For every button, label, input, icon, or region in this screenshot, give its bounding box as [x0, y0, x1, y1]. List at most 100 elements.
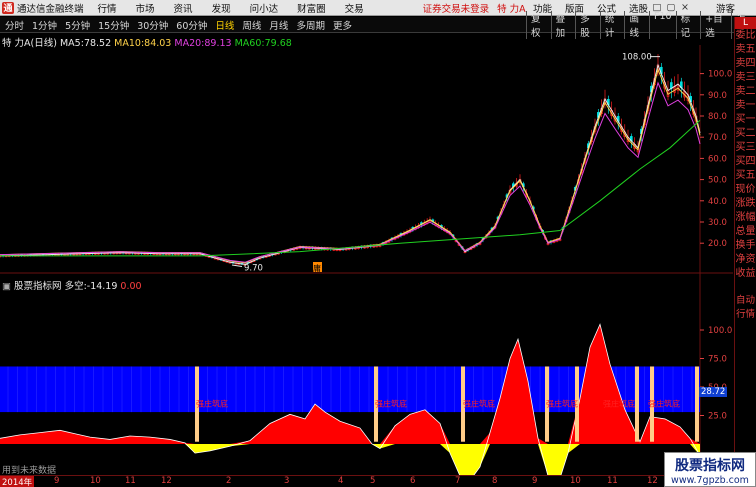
sidebar-item-14[interactable]: 总量: [735, 225, 756, 239]
month-tick-14: 12: [647, 476, 658, 486]
high-price-label: 108.00: [622, 53, 652, 63]
watermark-title: 股票指标网: [675, 458, 745, 474]
indicator-tick-label: 75.0: [708, 355, 727, 365]
month-tick-12: 10: [570, 476, 581, 486]
sidebar-item-17[interactable]: 收益: [735, 267, 756, 281]
sidebar-item-12[interactable]: 涨跌: [735, 197, 756, 211]
current-stock: 特 力A: [497, 3, 526, 15]
sidebar-item-9[interactable]: 买四: [735, 155, 756, 169]
menu-market-quotes[interactable]: 行情: [98, 1, 117, 15]
signal-label-4: 强庄筑底: [546, 398, 578, 408]
month-tick-3: 12: [161, 476, 172, 486]
indicator-field: 多空:: [64, 281, 87, 292]
sidebar-item-6[interactable]: 买一: [735, 113, 756, 127]
price-tick-label: 60.0: [708, 154, 727, 164]
price-tick-label: 90.0: [708, 91, 727, 101]
app-title: 通达信金融终端: [17, 3, 84, 15]
month-tick-8: 6: [410, 476, 416, 486]
sidebar-item-15[interactable]: 换手: [735, 239, 756, 253]
tool-mark[interactable]: 标记: [675, 10, 701, 39]
right-sidebar: L 委比 卖五 卖四 卖三 卖二 卖一 买一 买二 买三 买四 买五 现价 涨跌 涨幅 总量 换手 净资 收益自动…: [734, 17, 756, 475]
menu-news[interactable]: 资讯: [174, 1, 193, 15]
period-15min[interactable]: 15分钟: [96, 18, 131, 32]
signal-label-1: 强庄筑底: [196, 398, 228, 408]
price-tick-label: 30.0: [708, 218, 727, 228]
ma20-line: [0, 81, 701, 263]
watermark-url: www.7gpzb.com: [671, 475, 749, 486]
price-tick-label: 40.0: [708, 197, 727, 207]
menu-market[interactable]: 市场: [136, 1, 155, 15]
tool-stats[interactable]: 统计: [599, 10, 625, 39]
period-30min[interactable]: 30分钟: [135, 18, 170, 32]
sidebar-top-tab[interactable]: L: [735, 17, 756, 29]
signal-label-6: 强庄筑底: [648, 398, 680, 408]
period-5min[interactable]: 5分钟: [63, 18, 92, 32]
month-tick-1: 10: [90, 476, 101, 486]
month-tick-2: 11: [125, 476, 136, 486]
menu-discover[interactable]: 发现: [212, 1, 231, 15]
period-60min[interactable]: 60分钟: [174, 18, 209, 32]
price-tick-label: 80.0: [708, 112, 727, 122]
month-tick-5: 3: [284, 476, 290, 486]
month-tick-13: 11: [607, 476, 618, 486]
sidebar-item-13[interactable]: 涨幅: [735, 211, 756, 225]
month-tick-7: 5: [370, 476, 376, 486]
period-multi[interactable]: 多周期: [294, 18, 327, 32]
signal-bar: [695, 366, 699, 442]
signal-label-2: 强庄筑底: [375, 398, 407, 408]
period-more[interactable]: 更多: [331, 18, 354, 32]
tdx-logo-icon: 通: [2, 1, 14, 14]
signal-label-5: 强庄筑底: [603, 398, 635, 408]
login-notice[interactable]: 证券交易未登录: [423, 1, 490, 15]
month-tick-11: 9: [532, 476, 538, 486]
sidebar-bottom-0[interactable]: 自动: [735, 294, 756, 308]
ma10-line: [0, 68, 701, 264]
indicator-title: ▣ 股票指标网 多空:-14.19 0.00: [2, 278, 142, 292]
period-1min[interactable]: 1分钟: [30, 18, 59, 32]
signal-bar: [635, 366, 639, 442]
sidebar-item-2[interactable]: 卖四: [735, 57, 756, 71]
indicator-icon: ▣: [2, 281, 11, 292]
period-weekly[interactable]: 周线: [240, 18, 263, 32]
price-tick-label: 100.0: [708, 70, 732, 80]
sidebar-item-8[interactable]: 买三: [735, 141, 756, 155]
sidebar-item-11[interactable]: 现价: [735, 183, 756, 197]
month-tick-10: 8: [492, 476, 498, 486]
indicator-name[interactable]: 股票指标网: [14, 281, 62, 292]
period-monthly[interactable]: 月线: [267, 18, 290, 32]
sidebar-bottom-1[interactable]: 行情: [735, 308, 756, 322]
sidebar-item-10[interactable]: 买五: [735, 169, 756, 183]
tool-overlay[interactable]: 叠加: [550, 10, 576, 39]
year-label: 2014年: [0, 476, 35, 487]
low-price-leader: [231, 264, 243, 268]
tool-draw[interactable]: 画线: [624, 10, 649, 39]
chart-canvas[interactable]: 100.0 90.0 80.0 70.0 60.0 50.0 40.0 30.0 20.0 108…: [0, 45, 733, 475]
sidebar-item-7[interactable]: 买二: [735, 127, 756, 141]
sidebar-item-0[interactable]: 委比: [735, 29, 756, 43]
indicator-chart: 强庄筑底强庄筑底强庄筑底强庄筑底强庄筑底强庄筑底100.075.050.025.…: [0, 323, 732, 475]
period-intraday[interactable]: 分时: [3, 18, 26, 32]
indicator-value: -14.19: [86, 281, 118, 292]
watermark-logo: 股票指标网 www.7gpzb.com: [664, 452, 756, 487]
tool-adjust[interactable]: 复权: [526, 10, 551, 39]
sidebar-item-16[interactable]: 净资: [735, 253, 756, 267]
sidebar-item-1[interactable]: 卖五: [735, 43, 756, 57]
ma5-line: [0, 63, 701, 265]
menu-trade[interactable]: 交易: [345, 1, 364, 15]
ma60-line: [0, 119, 701, 257]
period-toolbar: 分时 1分钟 5分钟 15分钟 30分钟 60分钟 日线 周线 月线 多周期 更…: [0, 10, 756, 39]
signal-label-3: 强庄筑底: [463, 398, 495, 408]
menu-wealth[interactable]: 财富圈: [297, 1, 326, 15]
sidebar-item-5[interactable]: 卖一: [735, 99, 756, 113]
sidebar-item-3[interactable]: 卖三: [735, 71, 756, 85]
indicator-tick-label: 25.0: [708, 412, 727, 422]
tool-f10[interactable]: F10: [649, 10, 676, 39]
period-daily[interactable]: 日线: [213, 18, 236, 32]
price-tick-label: 50.0: [708, 176, 727, 186]
price-tick-label: 70.0: [708, 133, 727, 143]
sidebar-item-4[interactable]: 卖二: [735, 85, 756, 99]
tool-add-watchlist[interactable]: +自选: [700, 10, 731, 39]
tool-multi-stock[interactable]: 多股: [575, 10, 600, 39]
indicator-value2: 0.00: [120, 281, 142, 292]
menu-ask[interactable]: 问小达: [250, 1, 279, 15]
